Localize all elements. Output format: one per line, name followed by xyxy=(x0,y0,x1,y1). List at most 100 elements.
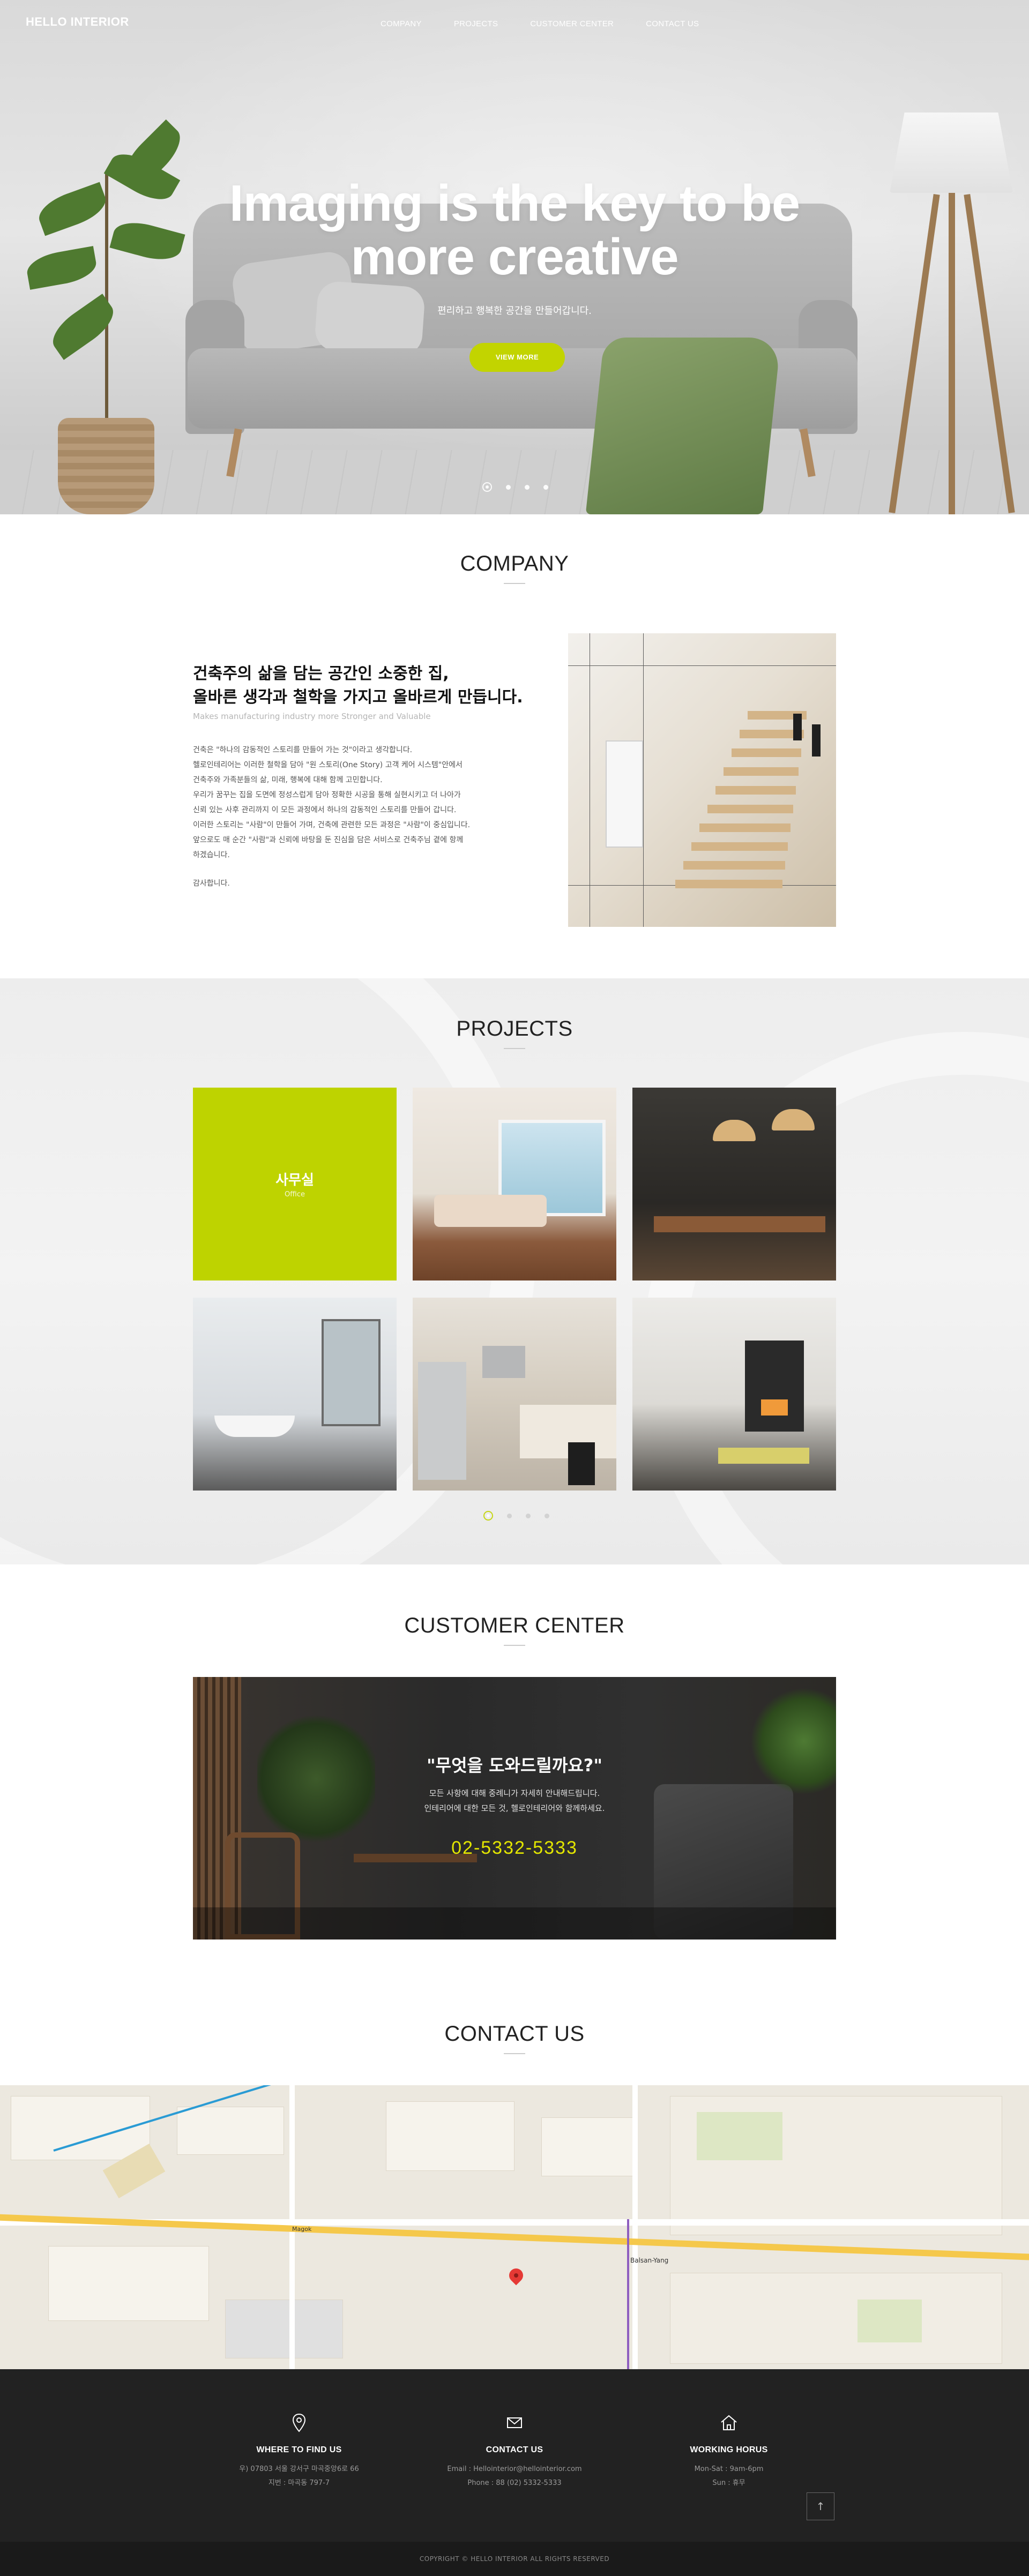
plant xyxy=(257,1709,375,1848)
section-title: PROJECTS xyxy=(456,1017,573,1040)
customer-text: 인테리어에 대한 모든 것, 헬로인테리어와 함께하세요. xyxy=(424,1803,605,1813)
nav-company[interactable]: COMPANY xyxy=(364,19,438,28)
map-block xyxy=(541,2117,638,2176)
slider-dot-active[interactable] xyxy=(482,482,492,492)
customer-banner: "무엇을 도와드릴까요?" 모든 사항에 대해 중례니가 자세히 안내해드립니다… xyxy=(193,1677,836,1940)
title-underline xyxy=(504,1048,525,1049)
map-block xyxy=(177,2107,284,2155)
title-underline xyxy=(504,1645,525,1646)
staircase-image xyxy=(568,633,836,927)
footer-text: Mon-Sat : 9am-6pm Sun : 휴무 xyxy=(648,2462,809,2490)
footer-line[interactable]: Phone : 88 (02) 5332-5333 xyxy=(434,2476,595,2490)
body-line: 헬로인테리어는 이러한 철학을 담아 "원 스토리(One Story) 고객 … xyxy=(193,761,463,769)
slider-dot[interactable] xyxy=(543,484,548,490)
heading-line: 올바른 생각과 철학을 가지고 올바르게 만듭니다. xyxy=(193,688,523,707)
customer-quote: "무엇을 도와드릴까요?" xyxy=(426,1755,602,1776)
pager-dot-active[interactable] xyxy=(483,1511,493,1521)
stair-step xyxy=(699,823,791,832)
pager-dot[interactable] xyxy=(507,1513,512,1518)
pager-dot[interactable] xyxy=(545,1513,549,1518)
white-door xyxy=(606,740,643,848)
body-line: 이러한 스토리는 "사람"이 만들어 가며, 건축에 관련한 모든 과정은 "사… xyxy=(193,821,471,829)
scroll-top-button[interactable]: ↑ xyxy=(807,2492,834,2520)
map-park xyxy=(697,2112,782,2160)
project-tile-bathroom[interactable] xyxy=(193,1298,397,1491)
footer-text: Email : Hellointerior@hellointerior.com … xyxy=(434,2462,595,2490)
body-line: 우리가 꿈꾸는 집을 도면에 정성스럽게 담아 정확한 시공을 통해 실현시키고… xyxy=(193,791,461,799)
body-line: 신뢰 있는 사후 관리까지 이 모든 과정에서 하나의 감동적인 스토리를 만들… xyxy=(193,806,457,814)
stair-step xyxy=(691,842,788,851)
lamp-leg xyxy=(949,193,955,514)
project-tile-lounge-fireplace[interactable] xyxy=(632,1298,836,1491)
hero-title: Imaging is the key to be more creative xyxy=(193,177,836,284)
footer-title: WORKING HORUS xyxy=(690,2445,768,2454)
section-title: COMPANY xyxy=(460,552,569,575)
microwave xyxy=(482,1346,525,1378)
pager-dot[interactable] xyxy=(526,1513,531,1518)
title-underline xyxy=(504,2053,525,2054)
stair-step xyxy=(675,880,782,888)
map-marker-icon[interactable] xyxy=(506,2265,526,2286)
hero-title-line: more creative xyxy=(351,228,678,286)
tile-title: 사무실 xyxy=(275,1172,314,1188)
nav-customer-center[interactable]: CUSTOMER CENTER xyxy=(514,19,630,28)
footer-col-hours: WORKING HORUS Mon-Sat : 9am-6pm Sun : 휴무 xyxy=(648,2412,809,2490)
company-section: COMPANY 건축주의 삶을 담는 공간인 소중한 집, 올바른 생각과 철학… xyxy=(0,514,1029,978)
site-footer: WHERE TO FIND US 우) 07803 서울 강서구 마곡중앙6로 … xyxy=(0,2369,1029,2576)
company-heading: 건축주의 삶을 담는 공간인 소중한 집, 올바른 생각과 철학을 가지고 올바… xyxy=(193,662,568,709)
section-title: CONTACT US xyxy=(444,2022,585,2046)
footer-text: 우) 07803 서울 강서구 마곡중앙6로 66 지번 : 마곡동 797-7 xyxy=(219,2462,379,2490)
footer-line[interactable]: Email : Hellointerior@hellointerior.com xyxy=(434,2462,595,2476)
hero-slider-dots xyxy=(482,482,548,492)
nav-projects[interactable]: PROJECTS xyxy=(438,19,514,28)
company-subheading: Makes manufacturing industry more Strong… xyxy=(193,712,431,721)
location-pin-icon xyxy=(288,2412,310,2433)
customer-phone[interactable]: 02-5332-5333 xyxy=(193,1838,836,1859)
site-logo[interactable]: HELLO INTERIOR xyxy=(26,15,129,29)
lamp-shade xyxy=(890,113,1013,193)
slider-dot[interactable] xyxy=(506,484,511,490)
slider-dot[interactable] xyxy=(525,484,530,490)
pendant-lamp xyxy=(713,1120,756,1141)
pendant-light xyxy=(793,714,802,740)
hero-title-line: Imaging is the key to be xyxy=(229,175,800,232)
view-more-button[interactable]: VIEW MORE xyxy=(469,343,565,372)
body-line: 건축주와 가족분들의 삶, 미래, 행복에 대해 함께 고민합니다. xyxy=(193,776,383,784)
tile-subtitle: Office xyxy=(285,1190,305,1199)
pendant-lamp xyxy=(772,1109,815,1130)
fridge xyxy=(418,1362,466,1480)
body-line: 하겠습니다. xyxy=(193,851,230,859)
stair-step xyxy=(715,786,796,795)
body-line: 앞으로도 매 순간 "사람"과 신뢰에 바탕을 둔 진심을 담은 서비스로 건축… xyxy=(193,836,464,844)
project-tile-office[interactable]: 사무실 Office xyxy=(193,1088,397,1280)
footer-col-contact: CONTACT US Email : Hellointerior@helloin… xyxy=(434,2412,595,2490)
map-block xyxy=(386,2101,514,2171)
footer-line: Sun : 휴무 xyxy=(712,2479,745,2487)
map-road xyxy=(632,2085,638,2369)
location-map[interactable]: Balsan-Yang Magok xyxy=(0,2085,1029,2369)
projects-pager xyxy=(483,1511,549,1521)
project-tile-dining-cafe[interactable] xyxy=(632,1088,836,1280)
rug xyxy=(718,1448,809,1464)
stair-step xyxy=(707,805,793,813)
sofa-pillow xyxy=(314,280,426,357)
project-tile-kitchen[interactable] xyxy=(413,1298,616,1491)
green-blanket xyxy=(585,338,781,514)
map-label: Magok xyxy=(292,2226,312,2233)
footer-title: CONTACT US xyxy=(486,2445,543,2454)
footer-line: Mon-Sat : 9am-6pm xyxy=(694,2465,764,2473)
nav-contact-us[interactable]: CONTACT US xyxy=(630,19,715,28)
customer-center-section: CUSTOMER CENTER "무엇을 도와드릴까요?" 모든 사항에 대해 … xyxy=(0,1564,1029,1972)
projects-section: PROJECTS 사무실 Office xyxy=(0,978,1029,1564)
hero-subtitle: 편리하고 행복한 공간을 만들어갑니다. xyxy=(437,305,592,317)
heading-line: 건축주의 삶을 담는 공간인 소중한 집, xyxy=(193,664,449,683)
map-block xyxy=(48,2246,209,2321)
map-label: Balsan-Yang xyxy=(630,2257,669,2264)
contact-section: CONTACT US Balsan-Yang Magok xyxy=(0,1972,1029,2369)
map-block xyxy=(670,2273,1002,2364)
project-tile-living-room[interactable] xyxy=(413,1088,616,1280)
plant-basket xyxy=(58,418,154,514)
stair-step xyxy=(732,748,801,757)
mail-icon xyxy=(504,2412,525,2433)
map-block xyxy=(225,2300,343,2358)
